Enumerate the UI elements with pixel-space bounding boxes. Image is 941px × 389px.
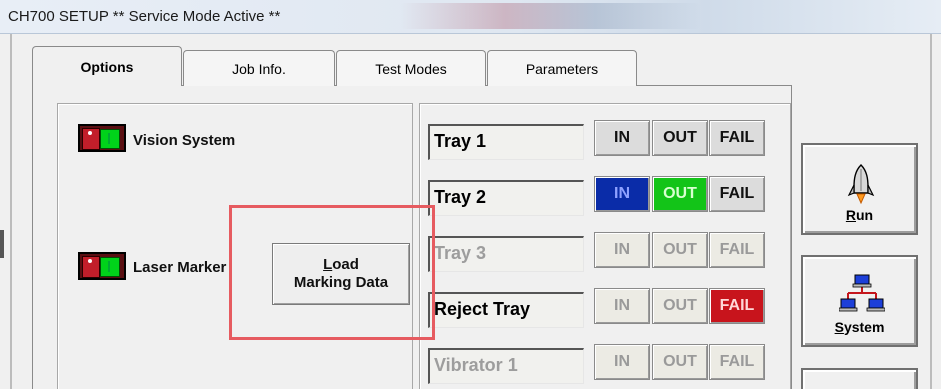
tray-2-fail-button[interactable]: FAIL: [709, 176, 765, 212]
tray-1-field[interactable]: Tray 1: [428, 124, 584, 160]
tray-3-fail-button[interactable]: FAIL: [709, 232, 765, 268]
tab-job-info[interactable]: Job Info.: [183, 50, 335, 86]
vibrator-1-field[interactable]: Vibrator 1: [428, 348, 584, 384]
frame-edge-left: [10, 34, 12, 389]
vision-system-toggle[interactable]: [78, 124, 126, 152]
tray-3-in-button[interactable]: IN: [594, 232, 650, 268]
vision-system-label: Vision System: [133, 132, 236, 149]
reject-tray-out-button[interactable]: OUT: [652, 288, 708, 324]
tray-1-in-button[interactable]: IN: [594, 120, 650, 156]
run-button[interactable]: Run: [801, 143, 918, 235]
tab-test-modes-label: Test Modes: [375, 60, 447, 77]
run-label: Run: [845, 207, 874, 223]
tray-1-out-button[interactable]: OUT: [652, 120, 708, 156]
switch-door-icon: [82, 256, 100, 278]
tab-parameters[interactable]: Parameters: [487, 50, 637, 86]
system-button[interactable]: System: [801, 255, 918, 347]
rocket-icon: [847, 164, 875, 205]
system-label: System: [834, 319, 885, 335]
window-title: CH700 SETUP ** Service Mode Active **: [8, 8, 281, 25]
tab-test-modes[interactable]: Test Modes: [336, 50, 486, 86]
tray-3-out-button[interactable]: OUT: [652, 232, 708, 268]
switch-lamp-icon: [100, 257, 120, 277]
switch-door-icon: [82, 128, 100, 150]
tab-options[interactable]: Options: [32, 46, 182, 86]
setup-window: CH700 SETUP ** Service Mode Active ** Op…: [0, 0, 941, 389]
title-bar-glow: [400, 3, 700, 29]
vibrator-1-out-button[interactable]: OUT: [652, 344, 708, 380]
reject-tray-field[interactable]: Reject Tray: [428, 292, 584, 328]
tab-parameters-label: Parameters: [525, 60, 599, 77]
network-icon: [839, 274, 885, 312]
vibrator-1-fail-button[interactable]: FAIL: [709, 344, 765, 380]
tray-1-fail-button[interactable]: FAIL: [709, 120, 765, 156]
tray-2-field[interactable]: Tray 2: [428, 180, 584, 216]
extra-side-button[interactable]: [801, 368, 918, 389]
tray-2-in-button[interactable]: IN: [594, 176, 650, 212]
frame-edge-right: [930, 34, 932, 389]
switch-lamp-icon: [100, 129, 120, 149]
tray-3-field[interactable]: Tray 3: [428, 236, 584, 272]
reject-tray-fail-button[interactable]: FAIL: [709, 288, 765, 324]
laser-marker-toggle[interactable]: [78, 252, 126, 280]
title-bar[interactable]: CH700 SETUP ** Service Mode Active **: [0, 0, 941, 34]
tab-job-info-label: Job Info.: [232, 60, 286, 77]
tray-2-out-button[interactable]: OUT: [652, 176, 708, 212]
vibrator-1-in-button[interactable]: IN: [594, 344, 650, 380]
laser-marker-label: Laser Marker: [133, 259, 227, 276]
left-edge-marker: [0, 230, 4, 258]
tab-options-label: Options: [80, 58, 134, 75]
reject-tray-in-button[interactable]: IN: [594, 288, 650, 324]
highlight-annotation-box: [229, 205, 435, 340]
